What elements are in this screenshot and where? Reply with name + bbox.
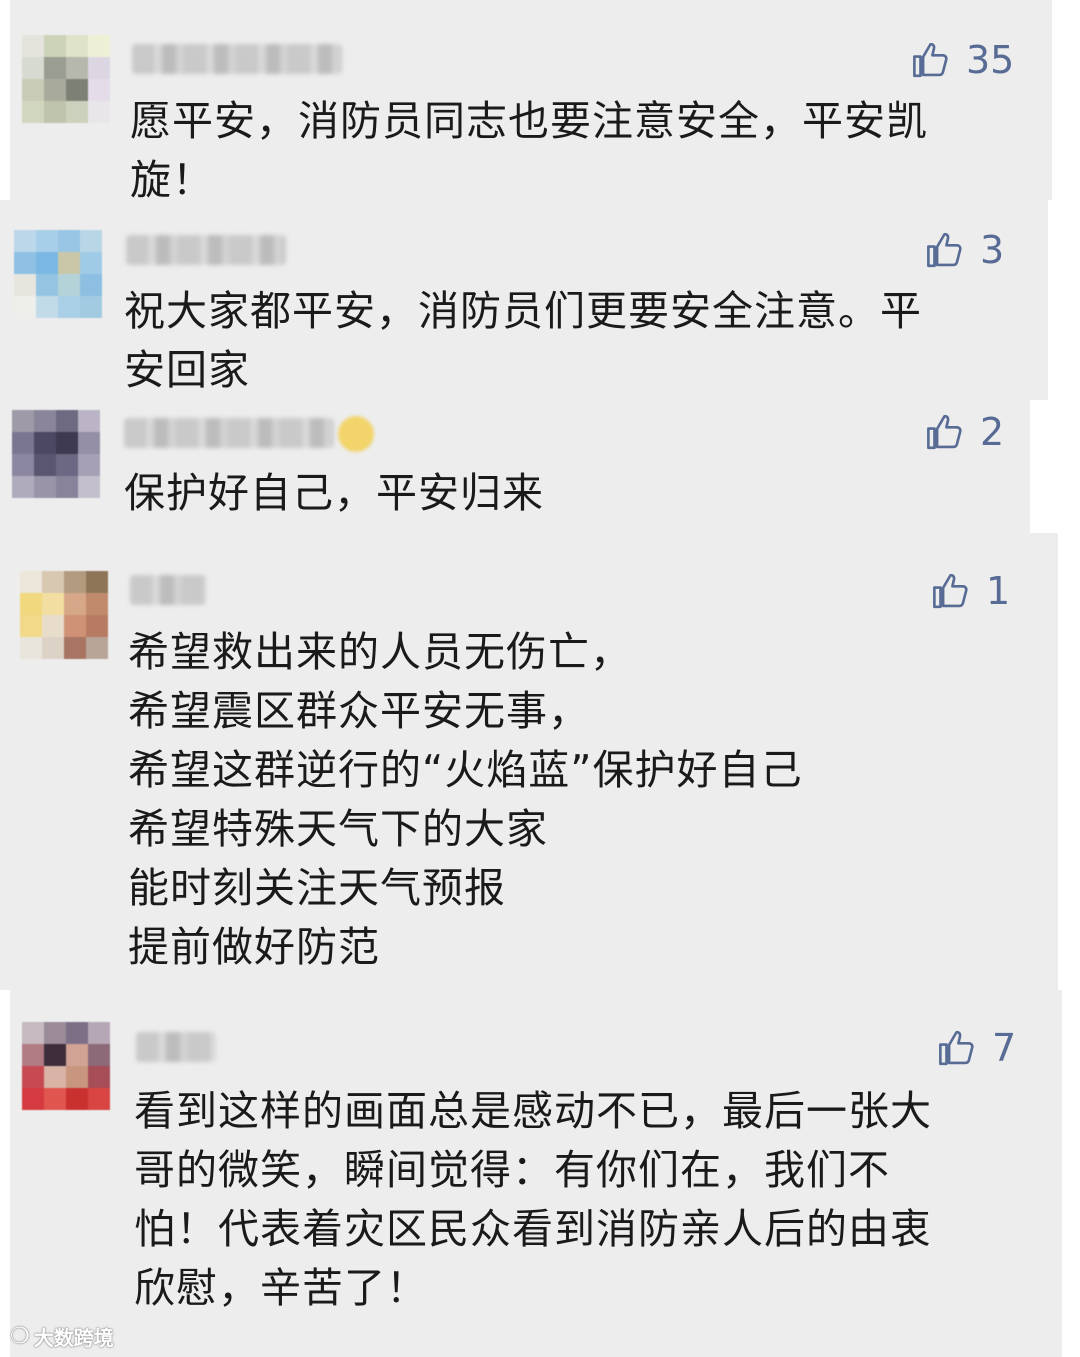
thumbs-up-icon [913,42,948,78]
like-button[interactable]: 3 [924,228,1004,272]
username[interactable] [130,575,206,605]
like-count: 7 [992,1026,1017,1070]
comment-text: 愿平安，消防员同志也要注意安全，平安凯 旋！ [130,97,928,204]
comment-card: 2 保护好自己，平安归来 [0,400,1030,533]
username[interactable] [124,418,334,448]
emoji-icon [338,416,374,452]
avatar[interactable] [14,230,102,318]
comment-card: 1 希望救出来的人员无伤亡， 希望震区群众平安无事， 希望这群逆行的“火焰蓝”保… [0,533,1058,990]
avatar[interactable] [20,571,108,659]
like-count: 2 [980,410,1005,454]
username[interactable] [132,44,342,74]
like-button[interactable]: 35 [910,38,1014,82]
avatar[interactable] [22,1022,110,1110]
watermark-text: 大数跨境 [33,1326,114,1350]
username[interactable] [126,235,286,265]
like-count: 3 [980,228,1005,272]
avatar[interactable] [22,35,110,123]
like-button[interactable]: 2 [924,410,1004,454]
comment-text: 祝大家都平安，消防员们更要安全注意。平 安回家 [124,287,922,394]
like-button[interactable]: 1 [930,569,1010,613]
watermark: ❍ 大数跨境 [10,1322,114,1351]
avatar[interactable] [12,410,100,498]
wechat-logo-icon: ❍ [10,1324,30,1349]
thumbs-up-icon [927,232,962,268]
comment-card: 7 看到这样的画面总是感动不已，最后一张大 哥的微笑，瞬间觉得：有你们在，我们不… [10,990,1062,1357]
comment-card: 3 祝大家都平安，消防员们更要安全注意。平 安回家 [0,200,1048,400]
comment-text: 保护好自己，平安归来 [124,469,544,517]
comment-text: 希望救出来的人员无伤亡， 希望震区群众平安无事， 希望这群逆行的“火焰蓝”保护好… [128,628,803,971]
like-count: 1 [986,569,1011,613]
thumbs-up-icon [927,414,962,450]
comment-card: 35 愿平安，消防员同志也要注意安全，平安凯 旋！ [10,0,1052,204]
username[interactable] [136,1032,216,1062]
like-count: 35 [966,38,1015,82]
thumbs-up-icon [933,573,968,609]
thumbs-up-icon [939,1030,974,1066]
comment-text: 看到这样的画面总是感动不已，最后一张大 哥的微笑，瞬间觉得：有你们在，我们不 怕… [134,1087,932,1312]
like-button[interactable]: 7 [936,1026,1016,1070]
